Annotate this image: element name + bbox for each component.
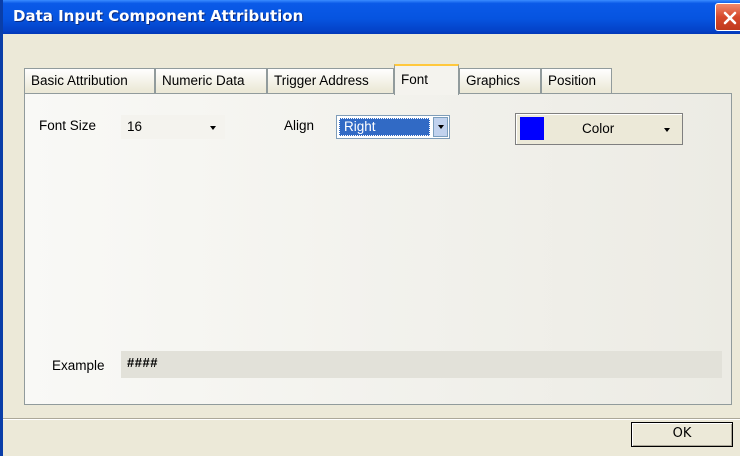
chevron-down-icon (664, 128, 670, 132)
example-preview: #### (121, 351, 722, 378)
align-label: Align (284, 118, 315, 133)
tab-strip: Basic Attribution Numeric Data Trigger A… (24, 64, 724, 95)
dialog-window: Data Input Component Attribution Basic A… (0, 0, 740, 456)
color-swatch (520, 117, 544, 140)
font-size-select[interactable]: 16 (121, 115, 225, 139)
color-label: Color (582, 121, 615, 136)
tab-numeric-data[interactable]: Numeric Data (155, 68, 267, 94)
close-button[interactable] (715, 3, 740, 31)
example-value: #### (127, 355, 158, 370)
tab-trigger-address[interactable]: Trigger Address (267, 68, 394, 94)
align-value: Right (339, 118, 430, 136)
tab-position[interactable]: Position (541, 68, 612, 94)
example-label: Example (52, 358, 105, 373)
align-dropdown-button[interactable] (433, 117, 448, 137)
footer-divider (3, 418, 740, 420)
font-size-value: 16 (127, 119, 143, 134)
font-tab-panel: Font Size 16 Align Right Color Example #… (24, 93, 732, 405)
window-title: Data Input Component Attribution (13, 7, 304, 25)
tab-graphics[interactable]: Graphics (459, 68, 541, 94)
title-bar[interactable]: Data Input Component Attribution (3, 0, 740, 34)
chevron-down-icon (210, 126, 216, 130)
close-icon (723, 11, 737, 25)
chevron-down-icon (438, 125, 444, 129)
ok-button[interactable]: OK (631, 422, 733, 447)
font-size-label: Font Size (39, 118, 97, 133)
tab-basic-attribution[interactable]: Basic Attribution (24, 68, 155, 94)
align-select[interactable]: Right (336, 115, 450, 139)
color-picker-button[interactable]: Color (515, 113, 683, 145)
tab-font[interactable]: Font (394, 64, 459, 95)
